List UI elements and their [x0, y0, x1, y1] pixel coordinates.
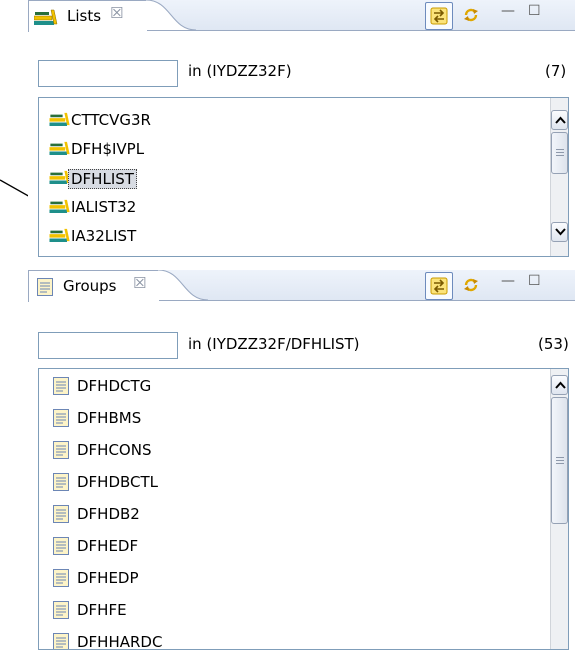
scroll-thumb[interactable]: [551, 397, 568, 524]
scroll-thumb[interactable]: [551, 132, 568, 174]
link-with-editor-button[interactable]: [425, 272, 453, 300]
document-icon: [53, 409, 69, 431]
scroll-down-button[interactable]: [551, 222, 568, 242]
groups-count: (53): [538, 335, 569, 353]
lists-view: Lists ☒ — ☐ in (IYDZZ32F) (7): [28, 0, 575, 270]
document-icon: [37, 278, 53, 300]
groups-listbox[interactable]: DFHDCTG DFHBMS DFHCONS DFHDBCTL DFHDB2 DFHEDF…: [38, 368, 569, 650]
document-icon: [53, 601, 69, 623]
maximize-button[interactable]: ☐: [528, 3, 541, 19]
link-with-editor-icon: [430, 7, 448, 25]
stacked-books-icon: [49, 112, 71, 130]
list-item-label: IALIST32: [71, 198, 136, 216]
list-item-label: DFHDCTG: [77, 377, 151, 395]
document-icon: [53, 377, 69, 399]
groups-view: Groups ☒ — ☐ in (IYDZZ32F/DFHLIST) (53): [28, 270, 575, 646]
list-item-label: DFHHARDC: [77, 633, 162, 650]
list-item-label: DFHEDF: [77, 537, 138, 555]
link-with-editor-button[interactable]: [425, 2, 453, 30]
refresh-button[interactable]: [458, 2, 484, 28]
refresh-icon: [462, 276, 480, 294]
list-item-label: DFHDBCTL: [77, 473, 158, 491]
minimize-button[interactable]: —: [501, 3, 515, 19]
groups-tab[interactable]: Groups ☒: [28, 270, 159, 302]
list-item-label: DFH$IVPL: [71, 140, 144, 158]
document-icon: [53, 505, 69, 527]
scroll-up-button[interactable]: [551, 375, 568, 395]
document-icon: [53, 441, 69, 463]
list-item-label: DFHCONS: [77, 441, 151, 459]
document-icon: [53, 569, 69, 591]
groups-scrollbar[interactable]: [550, 369, 569, 650]
refresh-button[interactable]: [458, 272, 484, 298]
document-icon: [53, 473, 69, 495]
chevron-up-icon: [555, 381, 566, 389]
list-item-label: DFHBMS: [77, 409, 141, 427]
lists-listbox[interactable]: CTTCVG3R DFH$IVPL DFHLIST IALIST32 IA32L…: [38, 97, 569, 257]
lists-scrollbar[interactable]: [550, 98, 569, 256]
refresh-icon: [462, 6, 480, 24]
groups-tab-bar: Groups ☒ — ☐: [28, 270, 575, 301]
lists-tab-label: Lists: [67, 7, 101, 25]
lists-tab[interactable]: Lists ☒: [28, 0, 147, 32]
link-with-editor-icon: [430, 277, 448, 295]
groups-scope-label: in (IYDZZ32F/DFHLIST): [188, 335, 360, 353]
document-icon: [53, 537, 69, 559]
lists-tab-bar: Lists ☒ — ☐: [28, 0, 575, 31]
minimize-button[interactable]: —: [501, 273, 515, 289]
stacked-books-icon: [49, 141, 71, 159]
groups-tab-label: Groups: [63, 277, 116, 295]
lists-count: (7): [545, 62, 566, 80]
lists-scope-label: in (IYDZZ32F): [188, 62, 292, 80]
scroll-up-button[interactable]: [551, 110, 568, 130]
maximize-button[interactable]: ☐: [528, 273, 541, 289]
list-item-label: DFHEDP: [77, 569, 139, 587]
list-item-label: DFHFE: [77, 601, 127, 619]
lists-filter-input[interactable]: [38, 60, 178, 87]
lists-tab-close-icon[interactable]: ☒: [110, 4, 123, 22]
chevron-down-icon: [555, 228, 566, 236]
list-item-label: DFHDB2: [77, 505, 140, 523]
tab-curve: [158, 270, 208, 301]
groups-filter-input[interactable]: [38, 332, 178, 359]
stacked-books-icon: [49, 199, 71, 217]
document-icon: [53, 633, 69, 650]
tab-curve: [146, 0, 196, 31]
chevron-up-icon: [555, 116, 566, 124]
list-item-label: CTTCVG3R: [71, 111, 151, 129]
list-item-label: DFHLIST: [68, 169, 137, 189]
stacked-books-icon: [49, 228, 71, 246]
stacked-books-icon: [34, 9, 58, 29]
groups-tab-close-icon[interactable]: ☒: [133, 274, 146, 292]
list-item-label: IA32LIST: [71, 227, 136, 245]
